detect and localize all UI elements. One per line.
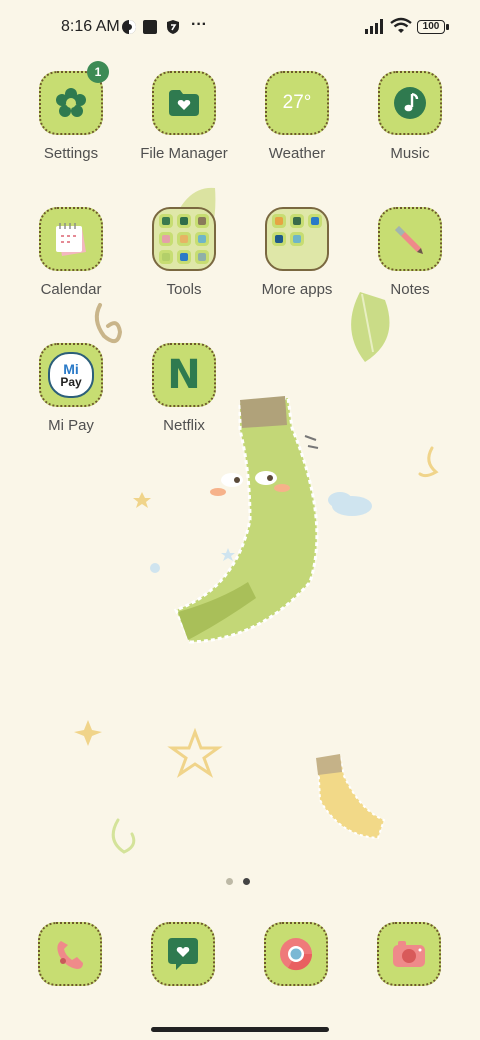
weather-temperature: 27° bbox=[282, 92, 312, 113]
app-label: Netflix bbox=[163, 417, 205, 434]
folder-preview-grid bbox=[272, 214, 322, 264]
messages-icon bbox=[168, 938, 198, 970]
app-calendar[interactable]: Calendar bbox=[15, 207, 127, 298]
app-label: Weather bbox=[268, 145, 326, 162]
app-label: File Manager bbox=[140, 145, 228, 162]
file-manager-tile[interactable] bbox=[152, 71, 216, 135]
chrome-tile[interactable] bbox=[264, 922, 328, 986]
more-icon[interactable]: ··· bbox=[191, 16, 207, 34]
tools-folder-tile[interactable] bbox=[152, 207, 216, 271]
status-time: 8:16 AM bbox=[61, 18, 120, 35]
calendar-tile[interactable] bbox=[39, 207, 103, 271]
status-bar: 8:16 AM ··· 100 bbox=[0, 0, 480, 56]
signal-icon bbox=[365, 19, 383, 34]
battery-level: 100 bbox=[422, 21, 440, 32]
app-music[interactable]: Music bbox=[354, 71, 466, 162]
app-label: Tools bbox=[166, 281, 202, 298]
calendar-icon bbox=[56, 223, 86, 256]
app-label: Music bbox=[390, 145, 430, 162]
dock-camera[interactable] bbox=[377, 922, 441, 986]
battery-tip bbox=[446, 24, 449, 30]
app-settings[interactable]: 1 Settings bbox=[15, 61, 127, 162]
mi-pay-tile[interactable]: Mi Pay bbox=[39, 343, 103, 407]
app-netflix[interactable]: N Netflix bbox=[128, 343, 240, 434]
folder-more-apps[interactable]: More apps bbox=[241, 207, 353, 298]
mi-pay-brand-bottom: Pay bbox=[60, 375, 82, 389]
app-file-manager[interactable]: File Manager bbox=[128, 71, 240, 162]
phone-tile[interactable] bbox=[38, 922, 102, 986]
folder-tools[interactable]: Tools bbox=[128, 207, 240, 298]
square-notification-icon bbox=[143, 20, 157, 34]
dock-messages[interactable] bbox=[151, 922, 215, 986]
phone-icon bbox=[57, 941, 83, 969]
page-indicator[interactable] bbox=[226, 878, 250, 885]
home-gesture-bar[interactable] bbox=[151, 1027, 329, 1032]
netflix-tile[interactable]: N bbox=[152, 343, 216, 407]
battery-icon: 100 bbox=[417, 20, 445, 34]
vpn-icon bbox=[122, 20, 136, 34]
shield-icon bbox=[167, 20, 179, 34]
app-weather[interactable]: 27° Weather bbox=[241, 71, 353, 162]
app-mi-pay[interactable]: Mi Pay Mi Pay bbox=[15, 343, 127, 434]
mi-pay-brand-top: Mi bbox=[63, 361, 79, 377]
camera-icon bbox=[393, 941, 425, 967]
music-tile[interactable] bbox=[378, 71, 442, 135]
app-label: Settings bbox=[43, 145, 99, 162]
netflix-icon: N bbox=[167, 352, 201, 398]
weather-tile[interactable]: 27° bbox=[265, 71, 329, 135]
app-label: Calendar bbox=[40, 281, 102, 298]
dock-phone[interactable] bbox=[38, 922, 102, 986]
flower-gear-icon bbox=[56, 88, 86, 117]
page-dot-active[interactable] bbox=[243, 878, 250, 885]
mi-pay-icon: Mi Pay bbox=[48, 352, 94, 398]
pen-icon bbox=[395, 226, 423, 254]
app-label: Mi Pay bbox=[48, 417, 94, 434]
more-apps-folder-tile[interactable] bbox=[265, 207, 329, 271]
chrome-icon bbox=[280, 938, 313, 971]
music-note-icon bbox=[394, 87, 426, 119]
folder-preview-grid bbox=[159, 214, 209, 264]
messages-tile[interactable] bbox=[151, 922, 215, 986]
notes-tile[interactable] bbox=[378, 207, 442, 271]
camera-tile[interactable] bbox=[377, 922, 441, 986]
app-label: More apps bbox=[261, 281, 333, 298]
settings-tile[interactable]: 1 bbox=[39, 61, 109, 135]
folder-heart-icon bbox=[169, 90, 199, 116]
page-dot[interactable] bbox=[226, 878, 233, 885]
app-label: Notes bbox=[390, 281, 430, 298]
app-notes[interactable]: Notes bbox=[354, 207, 466, 298]
wifi-icon bbox=[390, 17, 412, 33]
dock-chrome[interactable] bbox=[264, 922, 328, 986]
notification-badge: 1 bbox=[87, 61, 109, 83]
